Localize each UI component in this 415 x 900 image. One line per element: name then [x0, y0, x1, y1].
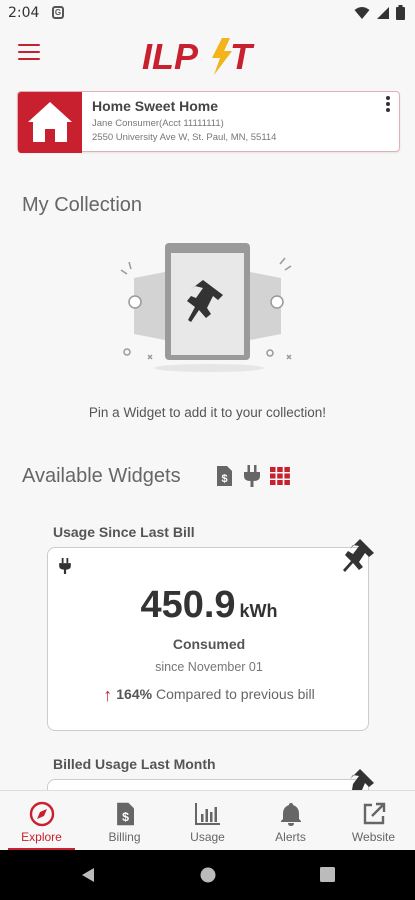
- comparison-row: ↑ 164% Compared to previous bill: [48, 685, 370, 706]
- signal-icon: [377, 6, 389, 19]
- wifi-icon: [354, 6, 370, 19]
- app-header: ILP T: [0, 26, 415, 84]
- svg-text:$: $: [122, 810, 129, 824]
- back-icon[interactable]: [80, 867, 96, 883]
- system-navigation-bar: [0, 850, 415, 900]
- empty-collection-illustration: [120, 243, 292, 372]
- recents-icon[interactable]: [320, 867, 335, 882]
- widget-filter-group: $: [214, 465, 290, 487]
- nav-usage[interactable]: Usage: [166, 791, 249, 850]
- nav-explore[interactable]: Explore: [0, 791, 83, 850]
- usage-since-last-bill-widget[interactable]: 450.9 kWh Consumed since November 01 ↑ 164…: [47, 547, 369, 731]
- widget-title-usage-since-last-bill: Usage Since Last Bill: [53, 524, 195, 540]
- nav-label: Website: [351, 830, 396, 844]
- bottom-navigation: Explore $ Billing Usage Alerts Website: [0, 790, 415, 850]
- billing-filter-button[interactable]: $: [214, 465, 234, 487]
- status-bar: 2:04 G: [0, 0, 415, 26]
- brand-logo: ILP T: [142, 36, 255, 76]
- change-percent: 164%: [116, 686, 153, 702]
- kebab-dot: [386, 102, 390, 106]
- account-name: Home Sweet Home: [92, 98, 219, 114]
- usage-unit: kWh: [239, 601, 278, 621]
- home-button-icon[interactable]: [200, 867, 216, 883]
- consumed-label: Consumed: [172, 636, 246, 652]
- plug-icon: [59, 558, 71, 574]
- plug-filter-button[interactable]: [242, 465, 262, 487]
- menu-line: [18, 44, 40, 46]
- nav-label: Explore: [21, 830, 62, 844]
- grid-filter-button[interactable]: [270, 465, 290, 487]
- status-time: 2:04: [8, 5, 40, 21]
- my-collection-title: My Collection: [22, 194, 143, 216]
- kebab-dot: [386, 108, 390, 112]
- arrow-up-icon: ↑: [103, 685, 113, 705]
- since-date: since November 01: [155, 660, 263, 674]
- kebab-dot: [386, 96, 390, 100]
- pin-widget-hint: Pin a Widget to add it to your collectio…: [88, 405, 327, 420]
- comparison-text: Compared to previous bill: [155, 686, 315, 702]
- battery-icon: [396, 5, 405, 20]
- account-icon-box: [18, 92, 82, 153]
- status-icons: [354, 5, 405, 20]
- account-card[interactable]: Home Sweet Home Jane Consumer(Acct 11111…: [17, 91, 400, 153]
- account-address: 2550 University Ave W, St. Paul, MN, 551…: [92, 132, 277, 143]
- account-holder: Jane Consumer(Acct 11111111): [92, 118, 224, 129]
- billing-filter-icon: $: [217, 466, 232, 486]
- usage-value: 450.9 kWh: [48, 584, 370, 627]
- svg-text:$: $: [221, 473, 227, 485]
- widget-title-billed-usage: Billed Usage Last Month: [53, 756, 216, 772]
- grid-filter-icon: [270, 467, 290, 485]
- available-widgets-title: Available Widgets: [22, 465, 181, 487]
- menu-button[interactable]: [18, 44, 40, 62]
- account-menu-button[interactable]: [383, 96, 393, 118]
- menu-line: [18, 58, 40, 60]
- bar-chart-icon: [194, 803, 220, 825]
- external-link-icon: [363, 802, 385, 825]
- svg-text:T: T: [230, 36, 255, 76]
- home-icon: [28, 102, 72, 142]
- pin-icon[interactable]: [340, 765, 378, 790]
- plug-filter-icon: [244, 465, 260, 487]
- pin-icon[interactable]: [340, 535, 378, 575]
- nav-website[interactable]: Website: [332, 791, 415, 850]
- bell-icon: [280, 803, 301, 826]
- bill-icon: $: [116, 802, 134, 826]
- nav-billing[interactable]: $ Billing: [83, 791, 166, 850]
- compass-icon: [29, 801, 54, 827]
- nav-label: Usage: [190, 830, 225, 844]
- usage-number: 450.9: [140, 584, 236, 626]
- menu-line: [18, 51, 40, 53]
- nav-label: Billing: [108, 830, 141, 844]
- nav-label: Alerts: [275, 830, 306, 844]
- svg-text:ILP: ILP: [142, 36, 199, 76]
- sim-icon: G: [52, 6, 64, 19]
- nav-alerts[interactable]: Alerts: [249, 791, 332, 850]
